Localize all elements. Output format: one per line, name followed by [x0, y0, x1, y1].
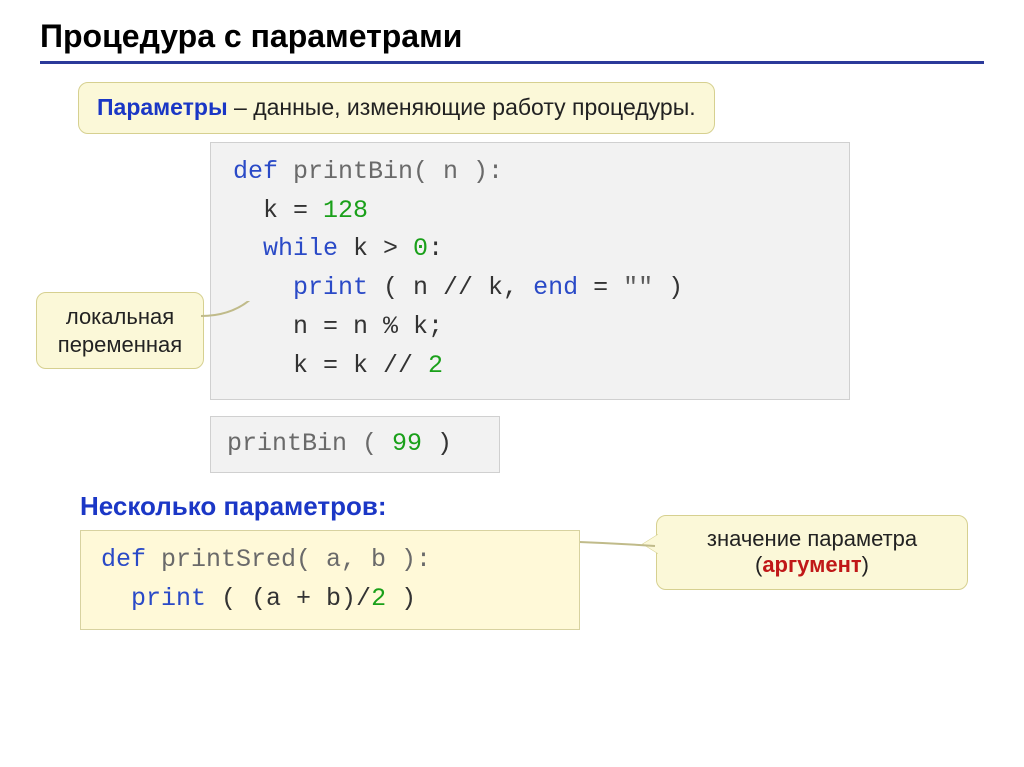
definition-callout: Параметры – данные, изменяющие работу пр…	[78, 82, 715, 134]
arg-line1: значение параметра	[707, 526, 917, 551]
call-code-block: printBin ( 99 )	[210, 416, 500, 473]
local-var-line1: локальная	[66, 304, 174, 329]
local-var-connector	[201, 301, 255, 331]
local-var-line2: переменная	[58, 332, 182, 357]
slide-title: Процедура с параметрами	[40, 18, 984, 64]
local-variable-callout: локальная переменная	[36, 292, 204, 369]
term-parameters: Параметры	[97, 94, 228, 120]
main-code-block: def printBin( n ): k = 128 while k > 0: …	[210, 142, 850, 401]
definition-text: – данные, изменяющие работу процедуры.	[228, 94, 696, 120]
term-argument: аргумент	[762, 552, 861, 577]
multi-param-code-block: def printSred( a, b ): print ( (a + b)/2…	[80, 530, 580, 630]
argument-callout: значение параметра (аргумент)	[656, 515, 968, 590]
